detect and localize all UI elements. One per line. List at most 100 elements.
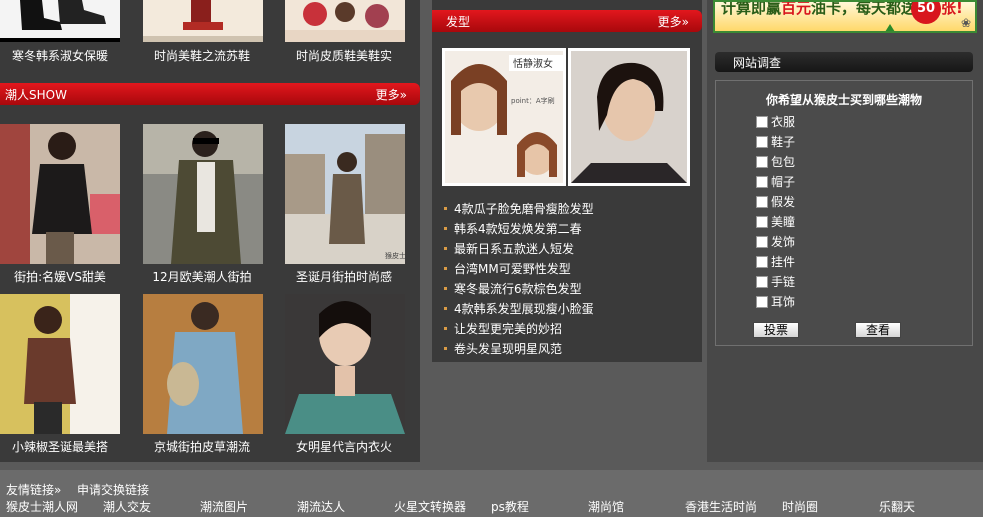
bullet-icon — [444, 306, 447, 310]
survey-option[interactable]: 挂件 — [756, 253, 795, 271]
street-photo-3[interactable]: 猴皮士 — [285, 124, 405, 264]
footer-link[interactable]: 潮流达人 — [297, 498, 345, 515]
caption-show-1[interactable]: 街拍:名媛VS甜美 — [0, 268, 131, 285]
street-photo-5-picture — [143, 294, 263, 434]
hair-image-label-1: 恬静淑女 — [513, 57, 553, 70]
short-hair-picture — [571, 51, 687, 183]
footer-link[interactable]: 潮尚馆 — [588, 498, 624, 515]
hair-image-2[interactable] — [568, 48, 690, 186]
hair-image-1[interactable]: 恬静淑女 point：A字刷 — [442, 48, 566, 186]
survey-form: 你希望从猴皮士买到哪些潮物 衣服 鞋子 包包 帽子 假发 美瞳 发饰 挂件 手链… — [715, 80, 973, 346]
caption-top-2[interactable]: 时尚美鞋之流苏鞋 — [131, 47, 273, 64]
checkbox-icon[interactable] — [756, 176, 768, 188]
hair-article-item[interactable]: 让发型更完美的妙招 — [444, 320, 594, 340]
left-column: 寒冬韩系淑女保暖 时尚美鞋之流苏鞋 时尚皮质鞋美鞋实 潮人SHOW 更多» 猴皮… — [0, 0, 420, 462]
footer-link[interactable]: 时尚圈 — [782, 498, 818, 515]
checkbox-icon[interactable] — [756, 196, 768, 208]
apply-link-exchange[interactable]: 申请交换链接 — [77, 481, 149, 498]
caption-top-1[interactable]: 寒冬韩系淑女保暖 — [0, 47, 131, 64]
checkbox-icon[interactable] — [756, 296, 768, 308]
street-photo-4-picture — [0, 294, 120, 434]
street-photo-6[interactable] — [285, 294, 405, 434]
survey-option[interactable]: 包包 — [756, 153, 795, 171]
caption-top-3[interactable]: 时尚皮质鞋美鞋实 — [273, 47, 415, 64]
thumb-top-2[interactable] — [143, 0, 263, 42]
checkbox-icon[interactable] — [756, 276, 768, 288]
fringe-shoes-picture — [143, 0, 263, 42]
banner-suffix: 张! — [941, 0, 963, 17]
hair-image-label-2: point：A字刷 — [511, 96, 555, 105]
hair-article-item[interactable]: 卷头发呈现明星风范 — [444, 340, 594, 360]
thumb-top-1[interactable] — [0, 0, 120, 42]
checkbox-icon[interactable] — [756, 136, 768, 148]
street-photo-2-picture — [143, 124, 263, 264]
caption-show-5[interactable]: 京城街拍皮草潮流 — [131, 438, 273, 455]
street-photo-1[interactable] — [0, 124, 120, 264]
survey-option[interactable]: 发饰 — [756, 233, 795, 251]
survey-option[interactable]: 鞋子 — [756, 133, 795, 151]
friend-links-label[interactable]: 友情链接» — [6, 481, 61, 498]
hair-article-item[interactable]: 4款瓜子脸免磨骨瘦脸发型 — [444, 200, 594, 220]
bob-hairstyle-picture: 恬静淑女 point：A字刷 — [445, 51, 563, 183]
street-photo-6-picture — [285, 294, 405, 434]
survey-option[interactable]: 假发 — [756, 193, 795, 211]
footer-link[interactable]: 香港生活时尚 — [685, 498, 757, 515]
hair-more-link[interactable]: 更多» — [658, 13, 689, 30]
survey-title: 网站调查 — [733, 56, 782, 70]
footer-link[interactable]: 猴皮士潮人网 — [6, 498, 78, 515]
boots-picture — [0, 0, 120, 42]
triangle-icon — [885, 24, 895, 31]
caption-show-4[interactable]: 小辣椒圣诞最美搭 — [0, 438, 131, 455]
checkbox-icon[interactable] — [756, 256, 768, 268]
bullet-icon — [444, 246, 447, 250]
hair-article-item[interactable]: 4款韩系发型展现瘦小脸蛋 — [444, 300, 594, 320]
hair-article-item[interactable]: 最新日系五款迷人短发 — [444, 240, 594, 260]
vote-button[interactable]: 投票 — [753, 322, 799, 338]
boots-image — [0, 0, 120, 42]
thumb-top-3[interactable] — [285, 0, 405, 42]
street-photo-3-picture: 猴皮士 — [285, 124, 405, 264]
street-photo-4[interactable] — [0, 294, 120, 434]
bullet-icon — [444, 286, 447, 290]
survey-option[interactable]: 手链 — [756, 273, 795, 291]
hair-article-list: 4款瓜子脸免磨骨瘦脸发型 韩系4款短发焕发第二春 最新日系五款迷人短发 台湾MM… — [444, 200, 594, 360]
caption-show-3[interactable]: 圣诞月街拍时尚感 — [273, 268, 415, 285]
checkbox-icon[interactable] — [756, 116, 768, 128]
footer-link[interactable]: 火星文转换器 — [394, 498, 466, 515]
bullet-icon — [444, 346, 447, 350]
caption-show-6[interactable]: 女明星代言内衣火 — [273, 438, 415, 455]
bullet-icon — [444, 206, 447, 210]
bullet-icon — [444, 226, 447, 230]
hair-article-item[interactable]: 寒冬最流行6款棕色发型 — [444, 280, 594, 300]
chao-ren-more-link[interactable]: 更多» — [376, 86, 407, 103]
fuel-card-banner[interactable]: 计算即赢百元油卡，每天都送 50 张! ❀ — [713, 0, 977, 33]
footer-link[interactable]: 乐翻天 — [879, 498, 915, 515]
checkbox-icon[interactable] — [756, 156, 768, 168]
survey-option[interactable]: 帽子 — [756, 173, 795, 191]
view-results-button[interactable]: 查看 — [855, 322, 901, 338]
street-photo-5[interactable] — [143, 294, 263, 434]
hair-article-item[interactable]: 台湾MM可爱野性发型 — [444, 260, 594, 280]
hair-article-item[interactable]: 韩系4款短发焕发第二春 — [444, 220, 594, 240]
hair-section-bar: 发型 更多» — [432, 10, 702, 32]
pet-paw-icon: ❀ — [961, 16, 972, 30]
right-column: 计算即赢百元油卡，每天都送 50 张! ❀ 网站调查 你希望从猴皮士买到哪些潮物… — [707, 0, 983, 462]
hair-column: 发型 更多» 恬静淑女 point：A字刷 4款瓜子脸免磨骨瘦脸发型 韩系4款短… — [432, 0, 702, 362]
checkbox-icon[interactable] — [756, 216, 768, 228]
survey-option[interactable]: 美瞳 — [756, 213, 795, 231]
survey-option[interactable]: 耳饰 — [756, 293, 795, 311]
bullet-icon — [444, 266, 447, 270]
survey-option[interactable]: 衣服 — [756, 113, 795, 131]
street-photo-2[interactable] — [143, 124, 263, 264]
leather-shoes-picture — [285, 0, 405, 42]
survey-question: 你希望从猴皮士买到哪些潮物 — [765, 93, 922, 107]
survey-title-bar: 网站调查 — [715, 52, 973, 72]
footer-link[interactable]: 潮人交友 — [103, 498, 151, 515]
caption-show-2[interactable]: 12月欧美潮人街拍 — [131, 268, 273, 285]
footer-link[interactable]: 潮流图片 — [200, 498, 248, 515]
chao-ren-show-title: 潮人SHOW — [5, 88, 67, 102]
checkbox-icon[interactable] — [756, 236, 768, 248]
footer-link[interactable]: ps教程 — [491, 498, 529, 515]
banner-text: 计算即赢百元油卡，每天都送 — [721, 0, 917, 17]
bullet-icon — [444, 326, 447, 330]
